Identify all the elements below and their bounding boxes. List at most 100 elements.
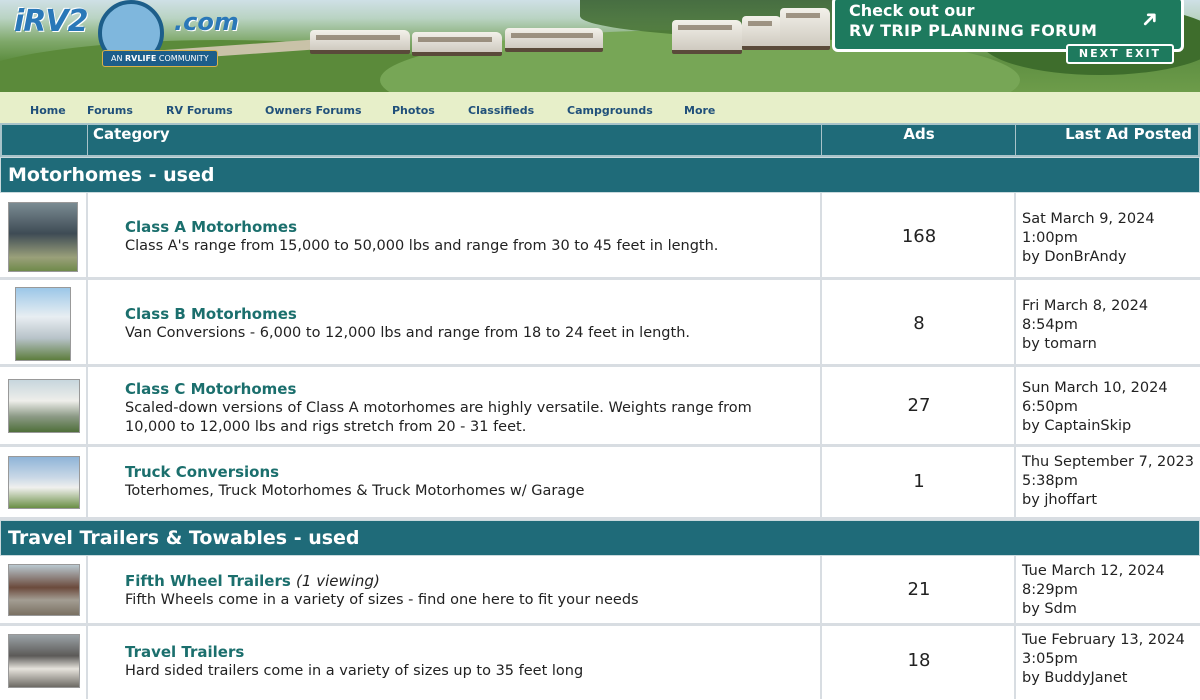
last-ad-date: Tue February 13, 2024 3:05pm [1022, 632, 1185, 667]
header-category: Category [93, 125, 170, 143]
thumb-cell [0, 367, 88, 444]
classifieds-table: Category Ads Last Ad Posted Motorhomes -… [0, 123, 1200, 699]
last-ad-info: Thu September 7, 2023 5:38pm by jhoffart [1022, 453, 1198, 510]
rv-illustration [412, 32, 502, 56]
table-row: Truck Conversions Toterhomes, Truck Moto… [0, 447, 1200, 520]
logo-domain: .com [174, 8, 239, 36]
thumb-cell [0, 280, 88, 364]
last-ad-author[interactable]: by DonBrAndy [1022, 248, 1198, 267]
last-ad-author[interactable]: by CaptainSkip [1022, 417, 1198, 436]
logo-tagline: AN RVLIFE COMMUNITY [102, 50, 218, 67]
category-cell: Class A Motorhomes Class A's range from … [88, 193, 822, 277]
tag-brand: RVLIFE [125, 54, 157, 63]
nav-more[interactable]: More [684, 104, 715, 117]
ads-cell: 8 [822, 280, 1016, 364]
last-ad-cell: Sun March 10, 2024 6:50pm by CaptainSkip [1016, 367, 1200, 444]
nav-photos[interactable]: Photos [392, 104, 435, 117]
last-ad-date: Tue March 12, 2024 [1022, 563, 1165, 579]
arrow-up-right-icon: ➜ [1134, 4, 1166, 35]
last-ad-date: Sat March 9, 2024 [1022, 211, 1155, 227]
last-ad-author[interactable]: by BuddyJanet [1022, 669, 1198, 688]
last-ad-info: Tue February 13, 2024 3:05pm by BuddyJan… [1022, 631, 1198, 688]
category-cell: Travel Trailers Hard sided trailers come… [88, 626, 822, 699]
table-row: Class C Motorhomes Scaled-down versions … [0, 367, 1200, 447]
ad-count: 8 [913, 313, 925, 334]
category-link[interactable]: Travel Trailers [125, 643, 244, 661]
thumb-cell [0, 447, 88, 517]
listing-thumbnail[interactable] [8, 634, 80, 688]
nav-rv-forums[interactable]: RV Forums [166, 104, 233, 117]
nav-campgrounds[interactable]: Campgrounds [567, 104, 653, 117]
listing-thumbnail[interactable] [15, 287, 71, 361]
section-header: Motorhomes - used [0, 157, 1200, 193]
last-ad-cell: Fri March 8, 2024 8:54pm by tomarn [1016, 280, 1200, 364]
nav-classifieds[interactable]: Classifieds [468, 104, 534, 117]
last-ad-date: Thu September 7, 2023 5:38pm [1022, 454, 1194, 489]
last-ad-info: Fri March 8, 2024 8:54pm by tomarn [1022, 297, 1198, 354]
category-link[interactable]: Truck Conversions [125, 463, 279, 481]
last-ad-time: 6:50pm [1022, 399, 1078, 415]
last-ad-author[interactable]: by jhoffart [1022, 491, 1198, 510]
category-cell: Class B Motorhomes Van Conversions - 6,0… [88, 280, 822, 364]
nav-owners-forums[interactable]: Owners Forums [265, 104, 362, 117]
ad-count: 27 [907, 395, 931, 416]
last-ad-cell: Tue March 12, 2024 8:29pm by Sdm [1016, 556, 1200, 623]
category-description: Fifth Wheels come in a variety of sizes … [125, 592, 639, 608]
tag-suffix: COMMUNITY [158, 54, 209, 63]
promo-line1: Check out our [849, 1, 975, 20]
viewing-count: (1 viewing) [296, 572, 380, 590]
category-description: Scaled-down versions of Class A motorhom… [125, 400, 752, 435]
ads-cell: 1 [822, 447, 1016, 517]
header-ads: Ads [903, 125, 935, 143]
last-ad-info: Sat March 9, 2024 1:00pm by DonBrAndy [1022, 210, 1198, 267]
rv-illustration [505, 28, 603, 52]
ads-cell: 18 [822, 626, 1016, 699]
table-row: Fifth Wheel Trailers (1 viewing) Fifth W… [0, 556, 1200, 626]
ad-count: 168 [901, 226, 937, 247]
nav-forums[interactable]: Forums [87, 104, 133, 117]
ad-count: 1 [913, 471, 925, 492]
tag-prefix: AN [111, 54, 123, 63]
last-ad-info: Sun March 10, 2024 6:50pm by CaptainSkip [1022, 379, 1198, 436]
site-logo[interactable]: iRV2 .com AN RVLIFE COMMUNITY [6, 0, 239, 80]
thumb-cell [0, 626, 88, 699]
next-exit-badge[interactable]: NEXT EXIT [1066, 44, 1174, 64]
listing-thumbnail[interactable] [8, 379, 80, 433]
category-title: Class B Motorhomes [125, 305, 297, 323]
category-description: Class A's range from 15,000 to 50,000 lb… [125, 238, 719, 254]
category-cell: Class C Motorhomes Scaled-down versions … [88, 367, 822, 444]
promo-line2: RV TRIP PLANNING FORUM [849, 21, 1098, 40]
category-link[interactable]: Class C Motorhomes [125, 380, 296, 398]
ad-count: 21 [907, 579, 931, 600]
header-divider [87, 125, 88, 155]
category-title: Class A Motorhomes [125, 218, 298, 236]
ads-cell: 21 [822, 556, 1016, 623]
listing-thumbnail[interactable] [8, 564, 80, 616]
category-cell: Truck Conversions Toterhomes, Truck Moto… [88, 447, 822, 517]
rv-illustration [310, 30, 410, 54]
last-ad-info: Tue March 12, 2024 8:29pm by Sdm [1022, 562, 1198, 619]
category-link[interactable]: Fifth Wheel Trailers [125, 572, 291, 590]
ad-count: 18 [907, 650, 931, 671]
table-row: Class A Motorhomes Class A's range from … [0, 193, 1200, 280]
last-ad-date: Fri March 8, 2024 [1022, 298, 1149, 314]
last-ad-author[interactable]: by tomarn [1022, 335, 1198, 354]
last-ad-time: 1:00pm [1022, 230, 1078, 246]
listing-thumbnail[interactable] [8, 456, 80, 509]
nav-home[interactable]: Home [30, 104, 66, 117]
category-title-line: Fifth Wheel Trailers (1 viewing) [125, 572, 380, 590]
table-header: Category Ads Last Ad Posted [0, 123, 1200, 157]
last-ad-cell: Thu September 7, 2023 5:38pm by jhoffart [1016, 447, 1200, 517]
category-link[interactable]: Class B Motorhomes [125, 305, 297, 323]
category-title: Travel Trailers [125, 643, 245, 661]
last-ad-date: Sun March 10, 2024 [1022, 380, 1168, 396]
ads-cell: 27 [822, 367, 1016, 444]
category-link[interactable]: Class A Motorhomes [125, 218, 297, 236]
listing-thumbnail[interactable] [8, 202, 78, 272]
rv-illustration [780, 8, 830, 50]
thumb-cell [0, 193, 88, 277]
rv-illustration [672, 20, 742, 54]
table-row: Travel Trailers Hard sided trailers come… [0, 626, 1200, 699]
last-ad-cell: Tue February 13, 2024 3:05pm by BuddyJan… [1016, 626, 1200, 699]
last-ad-author[interactable]: by Sdm [1022, 600, 1198, 619]
